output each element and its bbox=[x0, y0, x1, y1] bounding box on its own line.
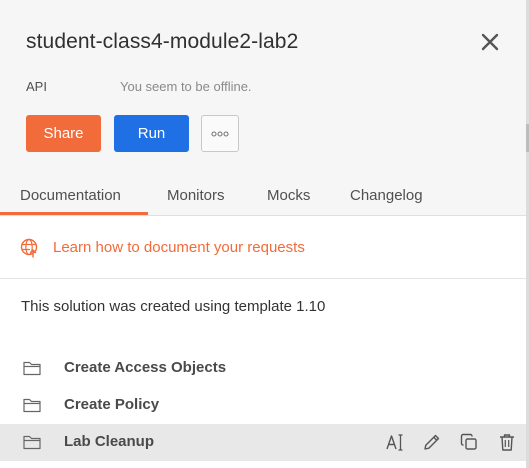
panel-header: student-class4-module2-lab2 API You seem… bbox=[0, 0, 529, 216]
folder-label: Lab Cleanup bbox=[64, 433, 155, 450]
folder-icon bbox=[23, 398, 41, 413]
tab-documentation[interactable]: Documentation bbox=[20, 187, 121, 204]
folder-icon bbox=[23, 361, 41, 376]
delete-icon[interactable] bbox=[497, 432, 517, 452]
tab-monitors[interactable]: Monitors bbox=[167, 187, 225, 204]
globe-link-icon bbox=[20, 238, 38, 258]
share-button[interactable]: Share bbox=[26, 115, 101, 152]
folder-label: Create Policy bbox=[64, 396, 160, 413]
folder-row[interactable]: Create Policy bbox=[0, 387, 526, 424]
type-label: API bbox=[26, 79, 47, 94]
collection-title: student-class4-module2-lab2 bbox=[26, 30, 299, 53]
collection-description: This solution was created using template… bbox=[21, 298, 326, 315]
folder-icon bbox=[23, 435, 41, 450]
folder-row[interactable]: Lab Cleanup bbox=[0, 424, 526, 461]
collection-panel: student-class4-module2-lab2 API You seem… bbox=[0, 0, 529, 468]
offline-status: You seem to be offline. bbox=[120, 79, 252, 94]
more-options-button[interactable] bbox=[201, 115, 239, 152]
more-horizontal-icon bbox=[211, 130, 229, 137]
run-button[interactable]: Run bbox=[114, 115, 189, 152]
learn-docs-row: Learn how to document your requests bbox=[0, 217, 526, 279]
active-tab-indicator bbox=[0, 212, 148, 215]
learn-docs-link[interactable]: Learn how to document your requests bbox=[53, 239, 305, 256]
close-icon[interactable] bbox=[478, 30, 502, 54]
duplicate-icon[interactable] bbox=[459, 432, 479, 452]
tab-mocks[interactable]: Mocks bbox=[267, 187, 310, 204]
folder-label: Create Access Objects bbox=[64, 359, 227, 376]
edit-icon[interactable] bbox=[422, 432, 442, 452]
rename-icon[interactable] bbox=[385, 432, 405, 452]
folder-row[interactable]: Create Access Objects bbox=[0, 350, 526, 387]
tab-changelog[interactable]: Changelog bbox=[350, 187, 423, 204]
